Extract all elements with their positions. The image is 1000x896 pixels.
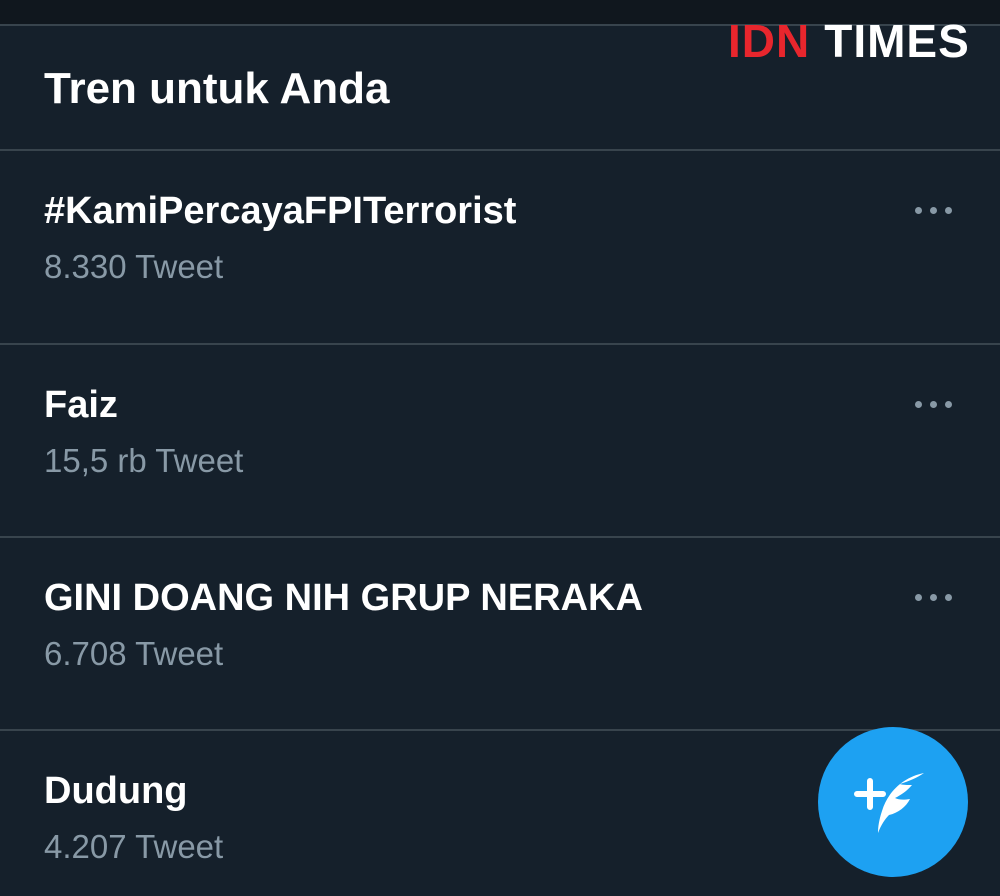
- trend-tweet-count: 6.708 Tweet: [44, 635, 224, 672]
- trend-tweet-count: 8.330 Tweet: [44, 248, 224, 285]
- trend-item[interactable]: #KamiPercayaFPITerrorist 8.330 Tweet: [0, 151, 1000, 343]
- trend-name: GINI DOANG NIH GRUP NERAKA: [44, 577, 643, 619]
- watermark-idn: IDN: [728, 15, 811, 67]
- compose-tweet-icon: [854, 773, 924, 833]
- trend-item[interactable]: Faiz 15,5 rb Tweet: [0, 345, 1000, 537]
- trend-tweet-count: 4.207 Tweet: [44, 828, 224, 865]
- trend-name: Dudung: [44, 770, 188, 812]
- idn-times-watermark: IDN TIMES: [728, 16, 970, 66]
- more-dots-icon[interactable]: [912, 395, 956, 415]
- watermark-times: TIMES: [824, 15, 970, 67]
- trend-item[interactable]: GINI DOANG NIH GRUP NERAKA 6.708 Tweet: [0, 538, 1000, 730]
- trend-name: Faiz: [44, 384, 118, 426]
- more-dots-icon[interactable]: [912, 201, 956, 221]
- compose-tweet-button[interactable]: [818, 727, 968, 877]
- twitter-trends-screen: IDN TIMES Tren untuk Anda #KamiPercayaFPI…: [0, 0, 1000, 896]
- trend-name: #KamiPercayaFPITerrorist: [44, 190, 517, 232]
- trend-tweet-count: 15,5 rb Tweet: [44, 442, 244, 479]
- section-title: Tren untuk Anda: [44, 64, 390, 113]
- more-dots-icon[interactable]: [912, 588, 956, 608]
